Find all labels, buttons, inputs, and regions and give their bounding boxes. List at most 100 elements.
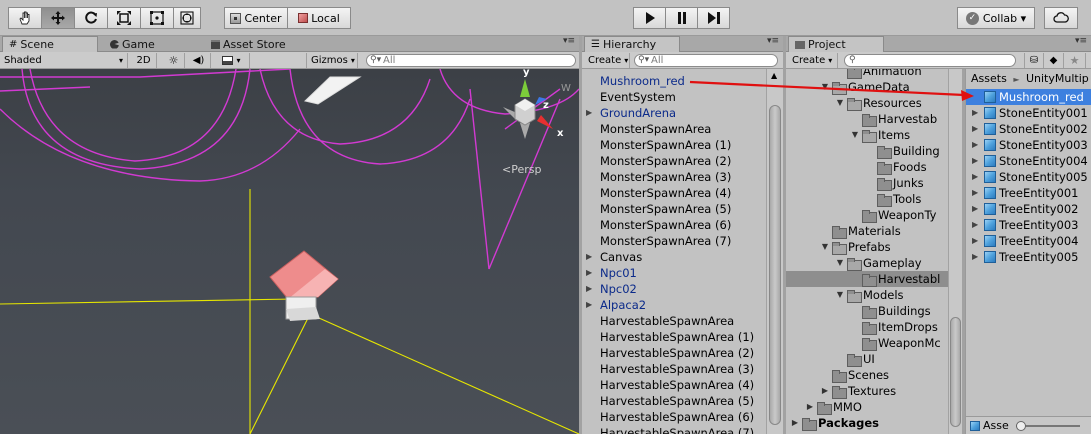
project-folder-item[interactable]: Junks [865, 175, 924, 191]
asset-item[interactable]: Mushroom_red [966, 89, 1091, 105]
scroll-up-icon[interactable]: ▲ [771, 71, 777, 80]
asset-item[interactable]: ▶ StoneEntity005 [966, 169, 1091, 185]
project-folder-item[interactable]: ▼ Items [850, 127, 910, 143]
asset-item[interactable]: ▶ TreeEntity003 [966, 217, 1091, 233]
hierarchy-item[interactable]: HarvestableSpawnArea (5) [600, 393, 754, 409]
project-folder-item[interactable]: ▶ MMO [805, 399, 862, 415]
asset-item[interactable]: ▶ StoneEntity002 [966, 121, 1091, 137]
folder-toggle-icon[interactable]: ▼ [835, 255, 845, 271]
rect-tool-button[interactable] [140, 7, 174, 29]
expand-arrow-icon[interactable]: ▶ [972, 121, 981, 137]
project-folder-item[interactable]: ▼ Resources [835, 95, 922, 111]
project-menu-icon[interactable]: ▾≡ [1075, 36, 1087, 46]
expand-arrow-icon[interactable]: ▶ [586, 249, 592, 265]
hierarchy-item[interactable]: MonsterSpawnArea (4) [600, 185, 731, 201]
project-folder-item[interactable]: UI [835, 351, 875, 367]
project-folder-item[interactable]: Tools [865, 191, 921, 207]
pivot-local-button[interactable]: Local [287, 7, 351, 29]
expand-arrow-icon[interactable]: ▶ [586, 105, 592, 121]
project-folder-item[interactable]: Scenes [820, 367, 889, 383]
project-folder-item[interactable]: Buildings [850, 303, 931, 319]
asset-item[interactable]: ▶ TreeEntity005 [966, 249, 1091, 265]
scene-viewport[interactable]: y z x W <Persp [0, 69, 579, 434]
mode-2d-toggle[interactable]: 2D [131, 53, 157, 68]
hierarchy-item[interactable]: HarvestableSpawnArea (3) [600, 361, 754, 377]
hand-tool-button[interactable] [8, 7, 42, 29]
expand-arrow-icon[interactable]: ▶ [972, 201, 981, 217]
hierarchy-item[interactable]: HarvestableSpawnArea (1) [600, 329, 754, 345]
project-search-input[interactable]: ⚲ [844, 54, 1016, 67]
expand-arrow-icon[interactable]: ▶ [972, 169, 981, 185]
project-folder-item[interactable]: Animation [835, 69, 922, 79]
project-create-dropdown[interactable]: Create ▾ [788, 53, 838, 68]
filter-by-label-button[interactable]: ◆ [1044, 53, 1064, 68]
lighting-toggle[interactable]: ☼ [163, 53, 185, 68]
scale-tool-button[interactable] [107, 7, 141, 29]
tab-project[interactable]: Project [788, 36, 884, 52]
folder-toggle-icon[interactable]: ▼ [820, 79, 830, 95]
audio-toggle[interactable]: ◀) [187, 53, 211, 68]
perspective-label[interactable]: <Persp [502, 163, 541, 176]
hierarchy-scrollbar[interactable]: ▲ [766, 69, 783, 434]
project-folder-item[interactable]: ▶ Packages [790, 415, 879, 431]
project-folder-item[interactable]: Harvestabl [786, 271, 948, 287]
hierarchy-item[interactable]: ▶ Alpaca2 [586, 297, 646, 313]
hierarchy-item[interactable]: MonsterSpawnArea (3) [600, 169, 731, 185]
transform-tool-button[interactable] [173, 7, 201, 29]
hierarchy-item[interactable]: ▶ Npc02 [586, 281, 637, 297]
hierarchy-item[interactable]: MonsterSpawnArea (2) [600, 153, 731, 169]
hierarchy-item[interactable]: Mushroom_red [600, 73, 685, 89]
tab-asset-store[interactable]: Asset Store [205, 36, 292, 52]
folder-toggle-icon[interactable]: ▼ [835, 95, 845, 111]
hierarchy-item[interactable]: HarvestableSpawnArea (7) [600, 425, 754, 434]
gizmos-dropdown[interactable]: Gizmos ▾ [306, 53, 358, 68]
hierarchy-item[interactable]: ▶ GroundArena [586, 105, 676, 121]
asset-item[interactable]: ▶ StoneEntity004 [966, 153, 1091, 169]
icon-size-slider[interactable] [1015, 420, 1080, 431]
tab-hierarchy[interactable]: ☰ Hierarchy [584, 36, 680, 52]
shading-mode-dropdown[interactable]: Shaded ▾ [0, 53, 128, 68]
project-folder-item[interactable]: ItemDrops [850, 319, 938, 335]
expand-arrow-icon[interactable]: ▶ [972, 137, 981, 153]
hierarchy-item[interactable]: MonsterSpawnArea (6) [600, 217, 731, 233]
hierarchy-item[interactable]: HarvestableSpawnArea (2) [600, 345, 754, 361]
expand-arrow-icon[interactable]: ▶ [972, 185, 981, 201]
project-folder-item[interactable]: ▶ Textures [820, 383, 896, 399]
pivot-center-button[interactable]: Center [224, 7, 288, 29]
project-folder-item[interactable]: Foods [865, 159, 927, 175]
folder-toggle-icon[interactable]: ▼ [835, 287, 845, 303]
hierarchy-create-dropdown[interactable]: Create ▾ [584, 53, 630, 68]
panel-menu-icon[interactable]: ▾≡ [563, 36, 575, 46]
pause-button[interactable] [665, 7, 698, 29]
project-folder-item[interactable]: ▼ Prefabs [820, 239, 891, 255]
asset-item[interactable]: ▶ StoneEntity003 [966, 137, 1091, 153]
expand-arrow-icon[interactable]: ▶ [586, 297, 592, 313]
project-tree-scroll-thumb[interactable] [950, 317, 961, 427]
project-folder-item[interactable]: ▼ Models [835, 287, 904, 303]
project-tree-scrollbar[interactable] [948, 69, 962, 434]
folder-toggle-icon[interactable]: ▼ [820, 239, 830, 255]
hierarchy-item[interactable]: HarvestableSpawnArea (6) [600, 409, 754, 425]
hierarchy-item[interactable]: ▶ Canvas [586, 249, 642, 265]
hierarchy-item[interactable]: MonsterSpawnArea (5) [600, 201, 731, 217]
slider-knob[interactable] [1015, 420, 1026, 431]
project-folder-item[interactable]: ▼ GameData [820, 79, 910, 95]
tab-scene[interactable]: # Scene [2, 36, 98, 52]
folder-toggle-icon[interactable]: ▶ [790, 415, 800, 431]
hierarchy-scroll-thumb[interactable] [769, 105, 781, 425]
expand-arrow-icon[interactable]: ▶ [972, 249, 981, 265]
breadcrumb-assets[interactable]: Assets [971, 72, 1007, 85]
project-folder-item[interactable]: Materials [820, 223, 901, 239]
hierarchy-item[interactable]: HarvestableSpawnArea [600, 313, 734, 329]
cloud-button[interactable] [1044, 7, 1078, 29]
asset-item[interactable]: ▶ TreeEntity001 [966, 185, 1091, 201]
step-button[interactable] [697, 7, 730, 29]
hierarchy-item[interactable]: HarvestableSpawnArea (4) [600, 377, 754, 393]
expand-arrow-icon[interactable]: ▶ [586, 265, 592, 281]
hierarchy-item[interactable]: ▶ Npc01 [586, 265, 637, 281]
project-folder-item[interactable]: Harvestab [850, 111, 937, 127]
scene-search-input[interactable]: ⚲▾ All [366, 54, 576, 67]
tab-game[interactable]: Game [104, 36, 161, 52]
folder-toggle-icon[interactable]: ▶ [805, 399, 815, 415]
hierarchy-menu-icon[interactable]: ▾≡ [767, 36, 779, 46]
